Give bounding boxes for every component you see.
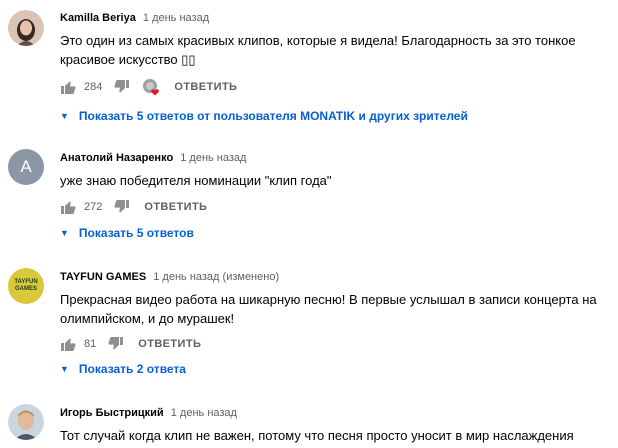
show-replies-label: Показать 5 ответов — [78, 226, 194, 240]
chevron-down-icon: ▼ — [60, 364, 69, 374]
thumbs-down-icon[interactable] — [114, 199, 130, 215]
thumbs-up-icon[interactable] — [60, 336, 76, 352]
thumbs-up-icon[interactable] — [60, 79, 76, 95]
like-count: 81 — [84, 338, 97, 350]
user-photo-icon — [8, 10, 44, 46]
avatar[interactable] — [8, 10, 44, 46]
comment-time[interactable]: 1 день назад (изменено) — [153, 271, 279, 283]
avatar[interactable]: A — [8, 149, 44, 185]
comment-text: уже знаю победителя номинации "клип года… — [60, 173, 332, 188]
show-replies-button[interactable]: ▼ Показать 5 ответов — [60, 224, 194, 242]
chevron-down-icon: ▼ — [60, 228, 69, 238]
thumbs-up-icon[interactable] — [60, 199, 76, 215]
avatar-letter: A — [20, 157, 32, 176]
comment-author[interactable]: Kamilla Beriya — [60, 12, 136, 24]
comment-author[interactable]: Игорь Быстрицкий — [60, 407, 164, 419]
reply-button[interactable]: ОТВЕТИТЬ — [138, 338, 201, 350]
avatar-text: TAYFUN GAMES — [14, 279, 38, 292]
comment-time[interactable]: 1 день назад — [143, 12, 209, 24]
comment-text: Прекрасная видео работа на шикарную песн… — [60, 292, 597, 326]
user-photo-icon — [8, 404, 44, 440]
avatar[interactable]: TAYFUN GAMES — [8, 268, 44, 304]
show-replies-label: Показать 2 ответа — [78, 362, 186, 376]
comment-time[interactable]: 1 день назад — [171, 407, 237, 419]
reply-button[interactable]: ОТВЕТИТЬ — [144, 201, 207, 213]
show-replies-button[interactable]: ▼ Показать 5 ответов от пользователя MON… — [60, 107, 468, 125]
comment-time[interactable]: 1 день назад — [180, 152, 246, 164]
thumbs-down-icon[interactable] — [114, 79, 130, 95]
comment-text: Тот случай когда клип не важен, потому ч… — [60, 428, 574, 443]
thumbs-down-icon[interactable] — [108, 336, 124, 352]
avatar[interactable] — [8, 404, 44, 440]
chevron-down-icon: ▼ — [60, 111, 69, 121]
comment-author[interactable]: TAYFUN GAMES — [60, 271, 146, 283]
show-replies-label: Показать 5 ответов от пользователя MONAT… — [78, 109, 468, 123]
comment-author[interactable]: Анатолий Назаренко — [60, 152, 173, 164]
creator-heart-icon — [142, 78, 160, 96]
like-count: 272 — [84, 201, 103, 213]
show-replies-button[interactable]: ▼ Показать 2 ответа — [60, 360, 186, 378]
like-count: 284 — [84, 81, 103, 93]
comment-text: Это один из самых красивых клипов, котор… — [60, 33, 576, 67]
reply-button[interactable]: ОТВЕТИТЬ — [174, 81, 237, 93]
